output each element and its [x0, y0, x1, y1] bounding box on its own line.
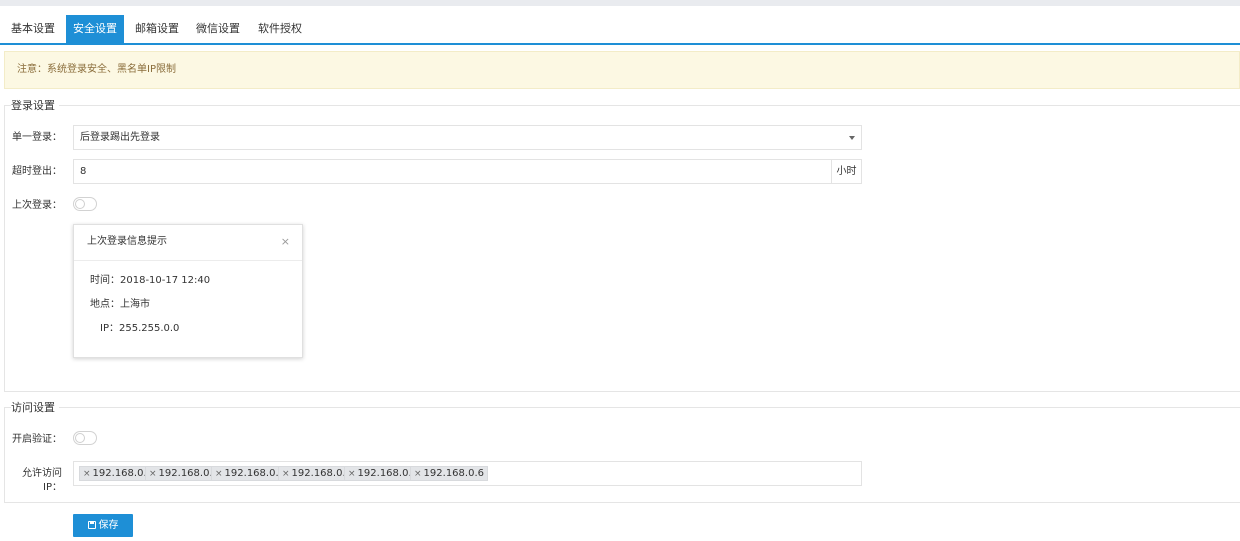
access-settings-fieldset: 访问设置 — [4, 400, 1240, 503]
tab-basic-settings[interactable]: 基本设置 — [4, 15, 62, 43]
single-login-value: 后登录踢出先登录 — [80, 132, 160, 143]
save-icon — [87, 521, 96, 529]
enable-verify-toggle[interactable] — [73, 431, 97, 445]
ip-tag: × 192.168.0.6 — [410, 466, 488, 481]
popup-location: 地点：上海市 — [90, 299, 150, 310]
settings-tabs: 基本设置 安全设置 邮箱设置 微信设置 软件授权 — [0, 15, 1240, 45]
ip-tag-text: 192.168.0.6 — [423, 468, 484, 479]
allowed-ip-label: 允许访问IP： — [22, 468, 62, 493]
chevron-down-icon — [849, 136, 855, 140]
tab-software-license[interactable]: 软件授权 — [251, 15, 309, 43]
last-login-info-popup: 上次登录信息提示 × 时间：2018-10-17 12:40 地点：上海市 IP… — [73, 224, 303, 358]
single-login-select[interactable]: 后登录踢出先登录 — [73, 125, 862, 150]
ip-tag-text: 192.168.0.5 — [357, 468, 418, 479]
close-icon[interactable]: × — [281, 236, 290, 248]
remove-tag-icon[interactable]: × — [149, 469, 157, 479]
popup-title: 上次登录信息提示 — [74, 225, 302, 261]
login-settings-legend: 登录设置 — [11, 98, 59, 114]
ip-tag-text: 192.168.0.1 — [92, 468, 153, 479]
remove-tag-icon[interactable]: × — [348, 469, 356, 479]
enable-verify-label: 开启验证： — [12, 434, 62, 445]
ip-tag-text: 192.168.0.4 — [291, 468, 352, 479]
remove-tag-icon[interactable]: × — [215, 469, 223, 479]
timeout-logout-label: 超时登出： — [12, 166, 62, 177]
top-bar — [0, 0, 1240, 6]
last-login-label: 上次登录： — [12, 200, 62, 211]
remove-tag-icon[interactable]: × — [414, 469, 422, 479]
save-button-label: 保存 — [98, 520, 119, 531]
ip-tag-text: 192.168.0.3 — [224, 468, 285, 479]
tab-security-settings[interactable]: 安全设置 — [66, 15, 124, 43]
toggle-knob — [75, 433, 85, 443]
toggle-knob — [75, 199, 85, 209]
remove-tag-icon[interactable]: × — [282, 469, 290, 479]
popup-ip: IP：255.255.0.0 — [100, 323, 180, 334]
remove-tag-icon[interactable]: × — [83, 469, 91, 479]
popup-time: 时间：2018-10-17 12:40 — [90, 275, 211, 286]
ip-tag-text: 192.168.0.2 — [158, 468, 219, 479]
security-notice: 注意：系统登录安全、黑名单IP限制 — [4, 51, 1240, 89]
save-button[interactable]: 保存 — [73, 514, 133, 537]
timeout-unit: 小时 — [831, 159, 862, 184]
allowed-ip-tag-input[interactable]: × 192.168.0.1 × 192.168.0.2 × 192.168.0.3 ×… — [73, 461, 862, 486]
tab-email-settings[interactable]: 邮箱设置 — [128, 15, 186, 43]
single-login-label: 单一登录： — [12, 132, 62, 143]
timeout-hours-input[interactable]: 8 — [73, 159, 832, 184]
access-settings-legend: 访问设置 — [11, 400, 59, 416]
tab-wechat-settings[interactable]: 微信设置 — [189, 15, 247, 43]
last-login-toggle[interactable] — [73, 197, 97, 211]
